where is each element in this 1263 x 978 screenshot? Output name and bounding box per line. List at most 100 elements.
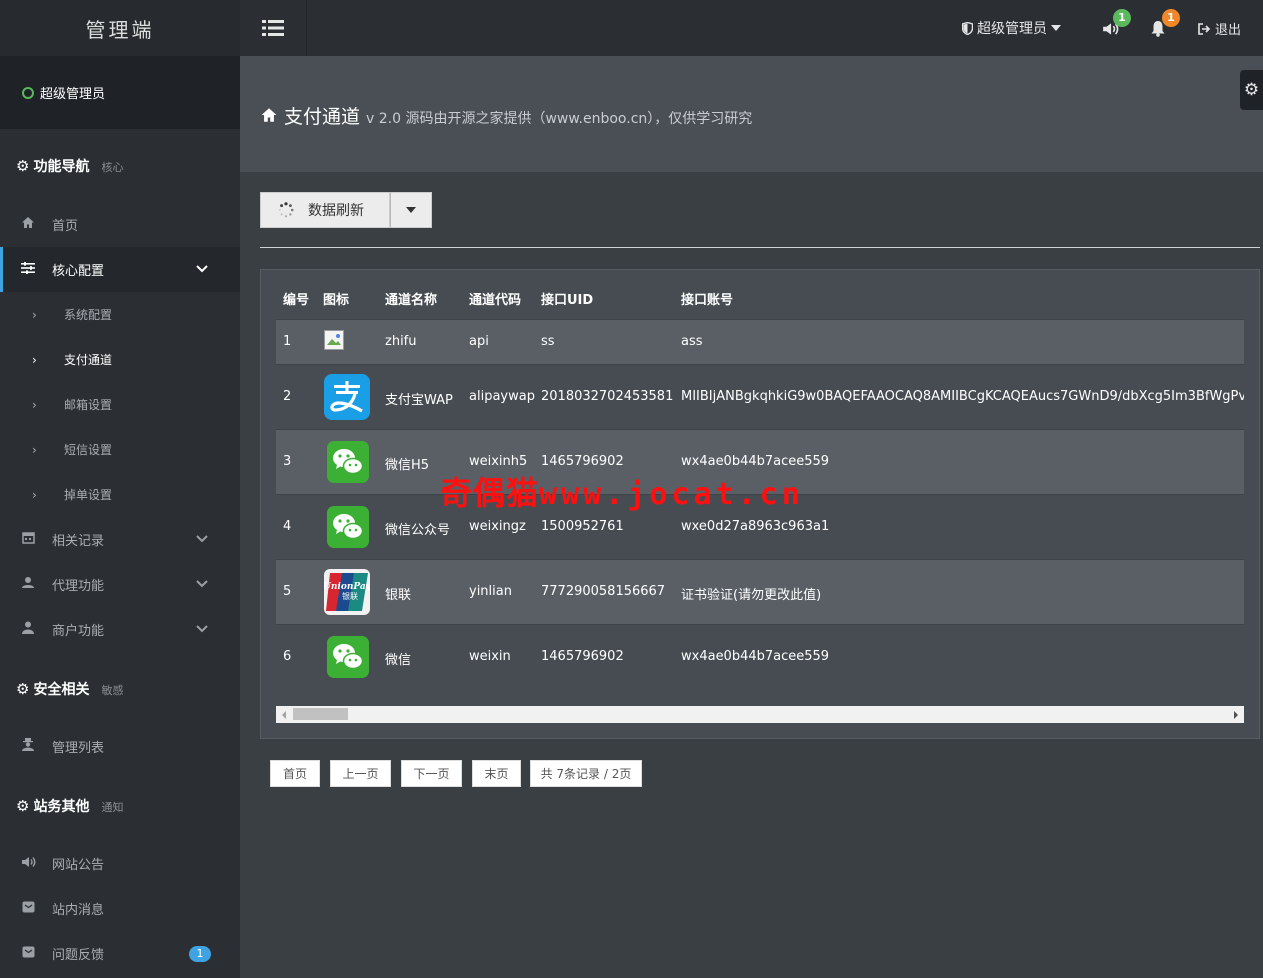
sidebar-subitem-payment-channel[interactable]: › 支付通道 <box>0 337 240 382</box>
page-next-button[interactable]: 下一页 <box>401 760 462 787</box>
admin-dropdown[interactable]: 超级管理员 <box>962 18 1061 38</box>
brand-logo: 管理端 <box>0 0 240 56</box>
online-status-icon <box>22 86 34 99</box>
cell-code: alipaywap <box>469 389 535 404</box>
sidebar-item-messages[interactable]: 站内消息 <box>0 886 240 931</box>
sliders-icon <box>20 261 36 278</box>
cell-account: wxe0d27a8963c963a1 <box>681 519 830 534</box>
user-secret-icon <box>20 738 36 755</box>
sidebar-item-records[interactable]: 相关记录 <box>0 517 240 562</box>
scroll-right-icon[interactable] <box>1231 710 1241 720</box>
sidebar-item-label: 管理列表 <box>52 741 105 756</box>
sidebar-subitem-system[interactable]: › 系统配置 <box>0 292 240 337</box>
sign-out-icon <box>1198 22 1211 35</box>
sidebar-item-home[interactable]: 首页 <box>0 202 240 247</box>
cell-name: 支付宝WAP <box>385 393 453 408</box>
shield-icon <box>962 21 973 35</box>
home-icon <box>20 216 36 233</box>
wechat-icon <box>327 441 369 487</box>
sidebar-item-announcement[interactable]: 网站公告 <box>0 841 240 886</box>
page-last-button[interactable]: 末页 <box>472 760 521 787</box>
page-first-button[interactable]: 首页 <box>270 760 320 787</box>
cell-uid: 777290058156667 <box>541 584 666 599</box>
scroll-left-icon[interactable] <box>279 710 289 720</box>
cell-code: weixinh5 <box>469 454 528 469</box>
cell-id: 4 <box>283 519 292 534</box>
section-subtitle: 敏感 <box>101 684 124 697</box>
horizontal-scrollbar[interactable] <box>276 706 1244 723</box>
page-prev-button[interactable]: 上一页 <box>330 760 391 787</box>
sidebar-item-label: 相关记录 <box>52 534 105 549</box>
refresh-dropdown-toggle[interactable] <box>390 192 432 228</box>
theme-settings-button[interactable]: ⚙ <box>1240 70 1263 110</box>
refresh-button[interactable]: 数据刷新 <box>260 192 390 228</box>
sidebar-item-core-config[interactable]: 核心配置 <box>0 247 240 292</box>
column-header-name: 通道名称 <box>385 293 438 308</box>
sidebar-item-label: 站内消息 <box>52 903 105 918</box>
table-row[interactable]: 2 支付宝WAP alipaywap 2018032702453581 MIIB… <box>276 364 1244 430</box>
gear-icon: ⚙ <box>16 797 30 815</box>
cell-account: wx4ae0b44b7acee559 <box>681 454 830 469</box>
scrollbar-thumb[interactable] <box>293 708 348 720</box>
chevron-right-icon: › <box>32 442 37 457</box>
sidebar-item-merchant[interactable]: 商户功能 <box>0 607 240 652</box>
gear-icon: ⚙ <box>16 157 30 175</box>
sidebar-subitem-email[interactable]: › 邮箱设置 <box>0 382 240 427</box>
table-row[interactable]: 5 UnionPay 银联 银联 yinlian 777290058156667… <box>276 559 1244 625</box>
section-title-security: ⚙ 安全相关 敏感 <box>0 679 123 699</box>
chevron-right-icon: › <box>32 307 37 322</box>
sidebar-item-label: 代理功能 <box>52 579 105 594</box>
gear-icon: ⚙ <box>16 680 30 698</box>
cell-code: weixin <box>469 649 511 664</box>
sound-button[interactable]: 1 <box>1102 9 1131 40</box>
cell-name: 微信公众号 <box>385 523 451 538</box>
chevron-right-icon: › <box>32 487 37 502</box>
sidebar-item-feedback[interactable]: 问题反馈 1 <box>0 931 240 976</box>
logout-button[interactable]: 退出 <box>1198 19 1241 38</box>
top-navbar: 超级管理员 1 1 退出 <box>240 0 1263 56</box>
sidebar-item-label: 首页 <box>52 219 79 234</box>
user-name: 超级管理员 <box>40 87 106 102</box>
broken-image-icon <box>324 330 344 354</box>
section-subtitle: 通知 <box>101 801 124 814</box>
section-title-label: 站务其他 <box>33 799 90 815</box>
section-title-nav: ⚙ 功能导航 核心 <box>0 156 123 176</box>
section-subtitle: 核心 <box>101 161 124 174</box>
svg-text:UnionPay: UnionPay <box>324 582 370 592</box>
page-info: 共 7条记录 / 2页 <box>530 760 642 787</box>
cell-code: yinlian <box>469 584 512 599</box>
cell-account: 证书验证(请勿更改此值) <box>681 588 822 603</box>
menu-toggle-button[interactable] <box>240 0 307 56</box>
sidebar-item-label: 网站公告 <box>52 858 105 873</box>
section-divider <box>260 247 1260 248</box>
chevron-down-icon <box>196 577 208 592</box>
cell-name: 银联 <box>385 588 412 603</box>
cell-code: api <box>469 334 489 349</box>
home-icon <box>261 108 277 122</box>
table-row[interactable]: 6 微信 weixin 1465796902 wx4ae0b44b7acee55… <box>276 624 1244 690</box>
cell-id: 3 <box>283 454 292 469</box>
spinner-icon <box>278 202 294 218</box>
sidebar-subitem-label: 系统配置 <box>64 308 113 322</box>
sidebar-item-label: 商户功能 <box>52 624 105 639</box>
unionpay-icon: UnionPay 银联 <box>323 569 372 619</box>
cell-account: ass <box>681 334 703 349</box>
cell-name: 微信 <box>385 653 412 668</box>
table-row[interactable]: 1 zhifu api ss ass <box>276 319 1244 365</box>
chevron-right-icon: › <box>32 397 37 412</box>
sidebar-subitem-sms[interactable]: › 短信设置 <box>0 427 240 472</box>
cell-uid: 1465796902 <box>541 649 624 664</box>
sidebar-subitem-lost-orders[interactable]: › 掉单设置 <box>0 472 240 517</box>
sidebar-item-agent[interactable]: 代理功能 <box>0 562 240 607</box>
sidebar-item-admin-list[interactable]: 管理列表 <box>0 724 240 769</box>
watermark-text: 奇偶猫 <box>440 474 540 512</box>
column-header-account: 接口账号 <box>681 293 734 308</box>
logout-label: 退出 <box>1215 23 1242 38</box>
cell-name: zhifu <box>385 334 417 349</box>
user-status: 超级管理员 <box>0 56 240 129</box>
svg-text:银联: 银联 <box>342 591 358 601</box>
wechat-icon <box>327 636 369 682</box>
notification-button[interactable]: 1 <box>1150 9 1180 41</box>
envelope-icon <box>20 946 36 962</box>
column-header-uid: 接口UID <box>541 293 594 308</box>
